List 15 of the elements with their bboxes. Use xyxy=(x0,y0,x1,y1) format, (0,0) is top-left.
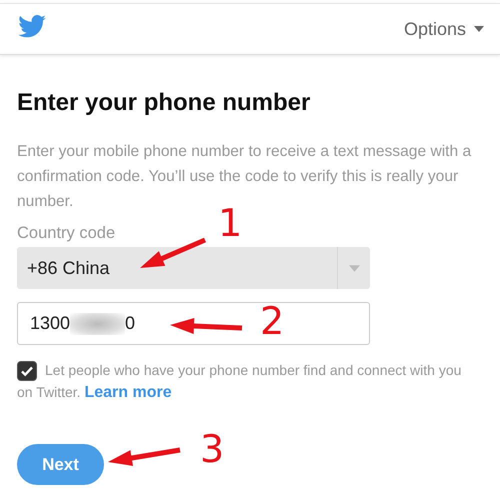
field-label: Country code xyxy=(17,224,116,243)
caret-icon xyxy=(474,26,484,32)
country-select[interactable]: +86 China xyxy=(17,247,370,289)
blurred-digits-drawing xyxy=(70,312,126,334)
caret-icon xyxy=(348,264,360,272)
page-title: Enter your phone number xyxy=(17,89,312,117)
annotation-number: 1 xyxy=(218,204,242,242)
options-menu[interactable]: Options xyxy=(404,18,484,40)
discoverable-checkbox-option[interactable]: Let people who have your phone number find and connect with you on Twitter. Learn more xyxy=(17,359,477,404)
annotation-number: 2 xyxy=(260,302,284,340)
bird-logo-icon xyxy=(18,14,46,38)
checkbox[interactable] xyxy=(17,361,37,381)
annotation-arrow xyxy=(140,238,206,268)
learn-more-link[interactable]: Learn more xyxy=(84,384,172,401)
annotation-number: 3 xyxy=(200,430,224,468)
